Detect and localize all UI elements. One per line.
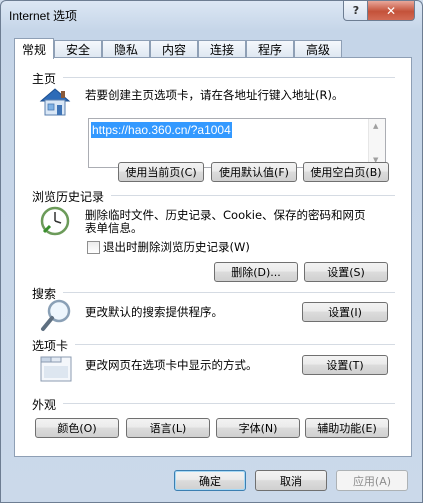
ok-button[interactable]: 确定: [174, 470, 246, 491]
history-settings-button[interactable]: 设置(S): [304, 262, 388, 282]
colors-button[interactable]: 颜色(O): [35, 418, 119, 438]
tabs-settings-button[interactable]: 设置(T): [302, 355, 388, 375]
history-clock-icon: [39, 204, 73, 238]
tab-connections[interactable]: 连接: [198, 40, 246, 58]
accessibility-button[interactable]: 辅助功能(E): [305, 418, 389, 438]
tabbed-window-icon: [39, 352, 73, 384]
home-page-url-value: https://hao.360.cn/?a1004: [91, 122, 232, 138]
home-divider: [63, 77, 395, 78]
history-description-line2: 表单信息。: [85, 221, 143, 235]
appearance-heading: 外观: [32, 398, 57, 412]
history-description-line1: 删除临时文件、历史记录、Cookie、保存的密码和网页: [85, 208, 366, 222]
tab-content[interactable]: 内容: [150, 40, 198, 58]
languages-button[interactable]: 语言(L): [126, 418, 210, 438]
tabs-group-description: 更改网页在选项卡中显示的方式。: [85, 358, 258, 372]
delete-on-exit-label: 退出时删除浏览历史记录(W): [103, 240, 250, 254]
use-current-button[interactable]: 使用当前页(C): [118, 162, 204, 182]
house-icon: [37, 85, 73, 119]
search-settings-button[interactable]: 设置(I): [302, 302, 388, 322]
tab-general[interactable]: 常规: [14, 38, 54, 59]
cancel-button[interactable]: 取消: [255, 470, 327, 491]
history-divider: [111, 195, 395, 196]
tabs-group-divider: [75, 344, 395, 345]
window-title: Internet 选项: [9, 9, 78, 23]
scroll-up-icon[interactable]: ▲: [373, 122, 378, 130]
magnifier-icon: [39, 298, 73, 334]
home-instruction: 若要创建主页选项卡，请在各地址行键入地址(R)。: [85, 88, 344, 102]
close-button[interactable]: ✕: [367, 1, 415, 21]
fonts-button[interactable]: 字体(N): [216, 418, 300, 438]
history-heading: 浏览历史记录: [32, 190, 105, 204]
appearance-divider: [63, 403, 395, 404]
search-divider: [63, 292, 395, 293]
home-page-url-field[interactable]: https://hao.360.cn/?a1004 ▲ ▼: [88, 118, 386, 168]
delete-history-button[interactable]: 删除(D)...: [214, 262, 298, 282]
tab-security[interactable]: 安全: [54, 40, 102, 58]
url-field-scrollbar[interactable]: ▲ ▼: [368, 119, 385, 167]
internet-options-window: Internet 选项 ? ✕ 常规 安全 隐私 内容 连接 程序 高级 主页 …: [0, 0, 423, 503]
general-panel: 主页 若要创建主页选项卡，请在各地址行键入地址(R)。 https://hao.…: [14, 57, 412, 457]
tab-privacy[interactable]: 隐私: [102, 40, 150, 58]
apply-button[interactable]: 应用(A): [336, 470, 408, 491]
delete-on-exit-checkbox[interactable]: [87, 241, 100, 254]
use-blank-button[interactable]: 使用空白页(B): [303, 162, 389, 182]
use-default-button[interactable]: 使用默认值(F): [211, 162, 297, 182]
tab-advanced[interactable]: 高级: [294, 40, 342, 58]
tab-programs[interactable]: 程序: [246, 40, 294, 58]
search-description: 更改默认的搜索提供程序。: [85, 305, 223, 319]
help-button[interactable]: ?: [343, 1, 369, 21]
